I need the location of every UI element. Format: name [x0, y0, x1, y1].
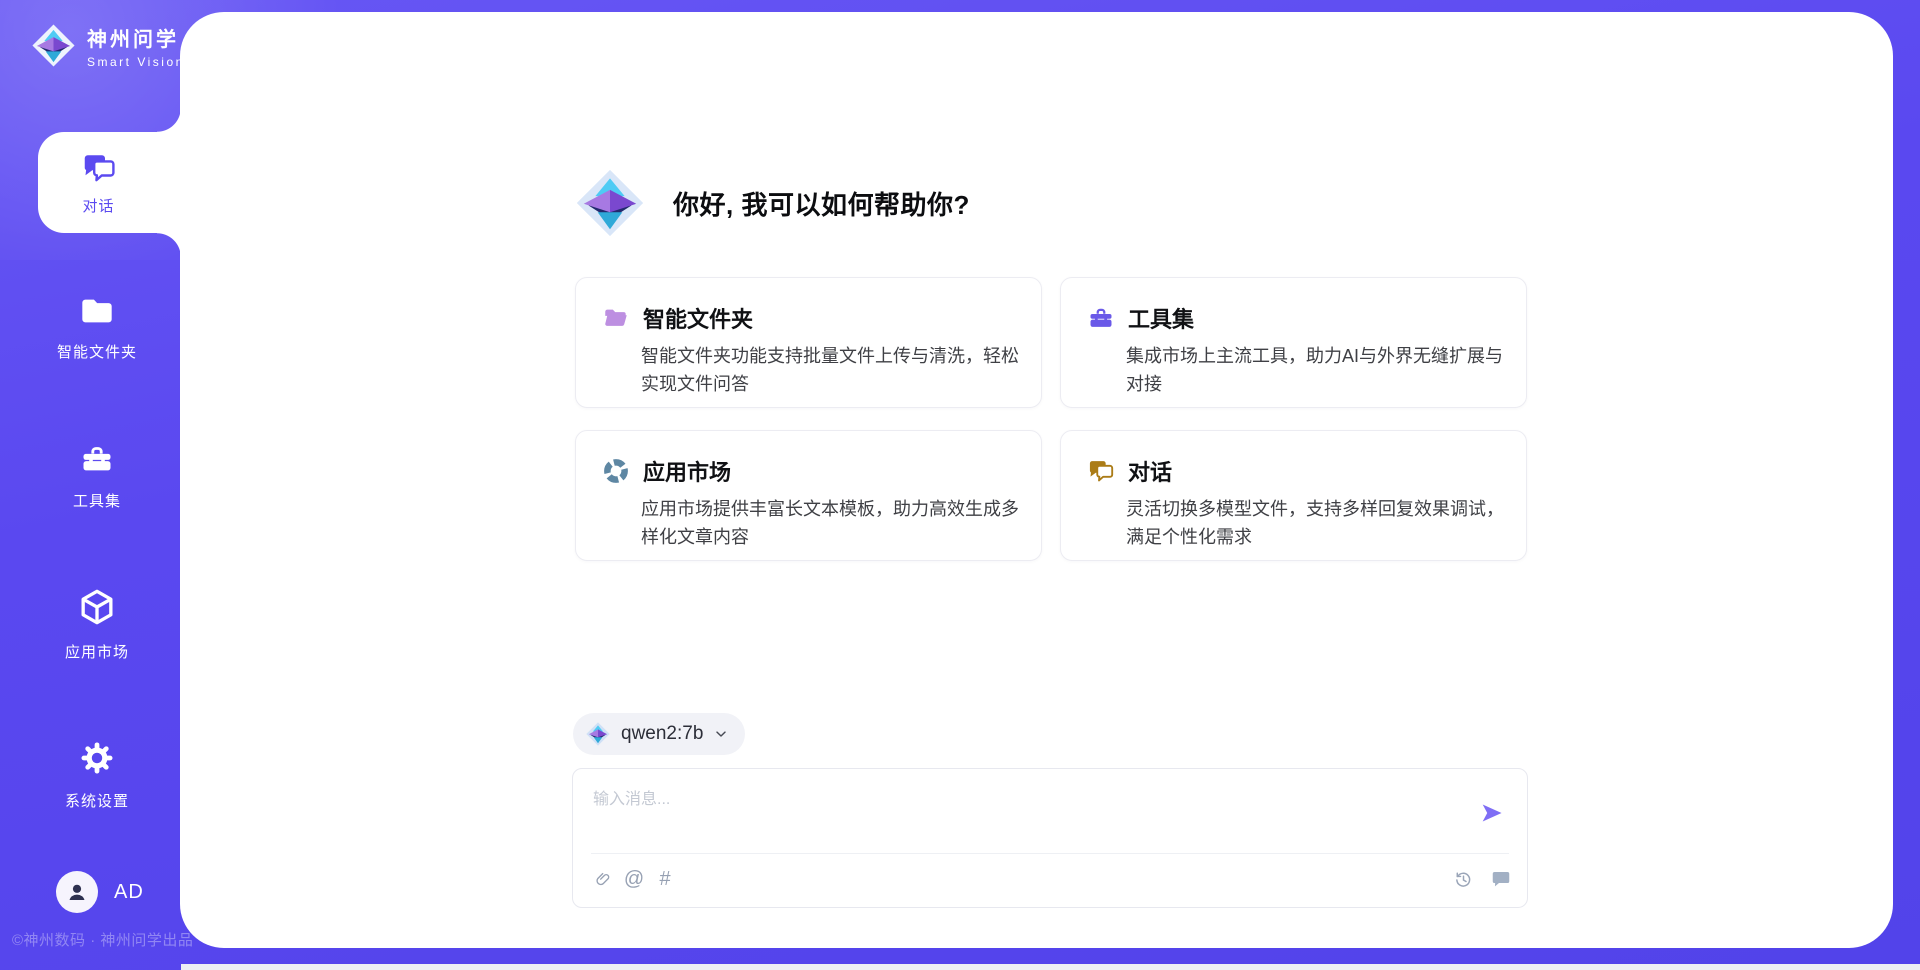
brand: 神州问学 Smart Vision — [30, 22, 185, 69]
greeting: 你好, 我可以如何帮助你? — [573, 164, 970, 242]
user-menu[interactable]: AD — [56, 871, 144, 913]
send-button[interactable] — [1479, 799, 1507, 827]
card-title: 对话 — [1128, 455, 1172, 487]
message-input[interactable] — [593, 785, 1423, 837]
sidebar-item-label: 工具集 — [73, 490, 121, 511]
model-selector[interactable]: qwen2:7b — [573, 713, 745, 755]
card-chat[interactable]: 对话 灵活切换多模型文件，支持多样回复效果调试， 满足个性化需求 — [1060, 430, 1527, 561]
message-composer: @ # — [572, 768, 1528, 908]
hash-icon: # — [659, 866, 670, 892]
gear-icon — [78, 739, 116, 777]
brand-subtitle: Smart Vision — [87, 55, 185, 69]
cube-icon — [77, 586, 117, 628]
at-icon: @ — [624, 866, 644, 892]
sidebar-item-label: 智能文件夹 — [57, 341, 137, 362]
folder-icon — [78, 294, 116, 328]
comment-button[interactable] — [1489, 866, 1513, 892]
grid-icon — [602, 457, 630, 485]
card-description: 智能文件夹功能支持批量文件上传与清洗，轻松 实现文件问答 — [641, 342, 1031, 398]
toolbox-icon — [78, 441, 116, 477]
sidebar-item-app-market[interactable]: 应用市场 — [17, 586, 177, 662]
topic-button[interactable]: # — [653, 866, 677, 892]
card-description: 集成市场上主流工具，助力AI与外界无缝扩展与 对接 — [1126, 342, 1516, 398]
card-description: 应用市场提供丰富长文本模板，助力高效生成多 样化文章内容 — [641, 495, 1031, 551]
card-title: 应用市场 — [643, 455, 731, 487]
model-name: qwen2:7b — [621, 723, 703, 745]
mention-button[interactable]: @ — [622, 866, 646, 892]
sidebar-item-label: 对话 — [82, 195, 114, 216]
card-toolset[interactable]: 工具集 集成市场上主流工具，助力AI与外界无缝扩展与 对接 — [1060, 277, 1527, 408]
user-name: AD — [114, 881, 144, 904]
greeting-text: 你好, 我可以如何帮助你? — [673, 185, 970, 222]
card-app-market[interactable]: 应用市场 应用市场提供丰富长文本模板，助力高效生成多 样化文章内容 — [575, 430, 1042, 561]
brand-diamond-logo-icon — [30, 22, 77, 69]
sidebar-item-label: 系统设置 — [65, 790, 129, 811]
feature-cards: 智能文件夹 智能文件夹功能支持批量文件上传与清洗，轻松 实现文件问答 工具集 集… — [575, 277, 1527, 561]
sidebar-item-smart-folder[interactable]: 智能文件夹 — [17, 294, 177, 362]
sidebar-item-chat[interactable]: 对话 — [38, 132, 181, 233]
chat-icon — [81, 150, 117, 186]
attach-file-button[interactable] — [591, 866, 615, 892]
avatar — [56, 871, 98, 913]
history-icon — [1453, 869, 1474, 890]
model-diamond-logo-icon — [585, 720, 611, 748]
copyright: ©神州数码 · 神州问学出品 — [12, 929, 193, 950]
sidebar-item-label: 应用市场 — [65, 641, 129, 662]
composer-divider — [591, 853, 1509, 854]
sidebar-item-settings[interactable]: 系统设置 — [17, 739, 177, 811]
paperclip-icon — [594, 869, 613, 890]
history-button[interactable] — [1451, 866, 1475, 892]
card-smart-folder[interactable]: 智能文件夹 智能文件夹功能支持批量文件上传与清洗，轻松 实现文件问答 — [575, 277, 1042, 408]
card-description: 灵活切换多模型文件，支持多样回复效果调试， 满足个性化需求 — [1126, 495, 1516, 551]
brand-name: 神州问学 — [87, 23, 185, 52]
folder-open-icon — [602, 304, 630, 332]
composer-toolbar: @ # — [591, 866, 1513, 892]
chat-icon — [1087, 457, 1115, 485]
card-title: 智能文件夹 — [643, 302, 753, 334]
chevron-down-icon — [713, 726, 729, 742]
sidebar-item-toolset[interactable]: 工具集 — [17, 441, 177, 511]
assistant-diamond-logo-icon — [573, 164, 647, 242]
horizontal-scrollbar[interactable] — [181, 964, 1920, 970]
card-title: 工具集 — [1128, 302, 1194, 334]
comment-icon — [1490, 868, 1512, 890]
send-icon — [1479, 800, 1507, 826]
toolbox-icon — [1087, 304, 1115, 332]
